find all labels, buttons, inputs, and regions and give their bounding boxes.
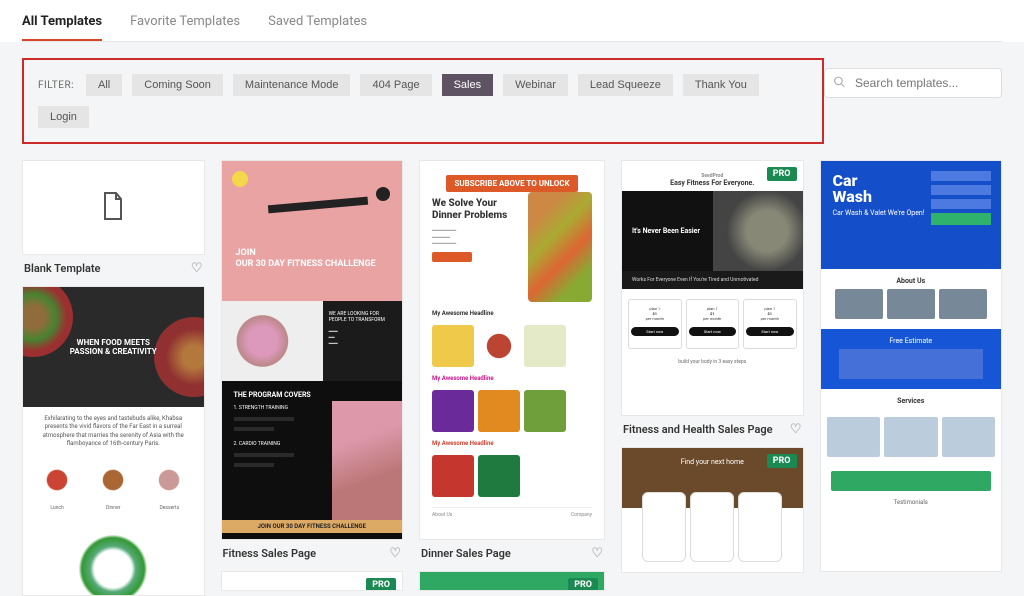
filter-thank-you[interactable]: Thank You [683,74,759,96]
tab-all[interactable]: All Templates [22,14,102,41]
filter-sales[interactable]: Sales [442,74,494,96]
tab-saved[interactable]: Saved Templates [268,14,367,41]
dinner-headline: We Solve Your Dinner Problems [432,198,522,222]
filter-lead-squeeze[interactable]: Lead Squeeze [578,74,673,96]
filter-404[interactable]: 404 Page [360,74,431,96]
filter-coming-soon[interactable]: Coming Soon [132,74,223,96]
template-fitness-health[interactable]: PRO SeedProdEasy Fitness For Everyone. I… [621,160,804,416]
template-restaurant[interactable]: PRO WHEN FOOD MEETS PASSION & CREATIVITY… [22,286,205,596]
favorite-icon[interactable]: ♡ [389,546,401,561]
signup-form [931,171,991,229]
document-icon [101,191,125,225]
favorite-icon[interactable]: ♡ [591,546,603,561]
filter-bar: FILTER: All Coming Soon Maintenance Mode… [22,58,824,144]
filter-label: FILTER: [38,80,74,91]
template-fitness[interactable]: JOINOUR 30 DAY FITNESS CHALLENGE WE ARE … [221,160,404,540]
template-home[interactable]: PRO Find your next home [621,447,804,573]
pro-badge: PRO [767,454,797,468]
favorite-icon[interactable]: ♡ [790,422,802,437]
template-gallery: Blank Template ♡ PRO WHEN FOOD MEETS PAS… [0,144,1024,596]
template-blank[interactable] [22,160,205,255]
template-health-label: Fitness and Health Sales Page [623,423,773,436]
pro-badge: PRO [767,167,797,181]
template-dinner[interactable]: SUBSCRIBE ABOVE TO UNLOCK We Solve Your … [419,160,605,540]
template-blank-label: Blank Template [24,262,100,275]
cta-button [432,252,472,262]
hero-line1: WHEN FOOD MEETS [77,338,150,347]
pro-badge: PRO [366,578,396,591]
tabs: All Templates Favorite Templates Saved T… [22,14,1002,42]
tab-favorite[interactable]: Favorite Templates [130,14,240,41]
template-partial[interactable]: PRO [221,571,404,591]
filter-all[interactable]: All [86,74,122,96]
pro-badge: PRO [568,578,598,591]
food-desc: Exhilarating to the eyes and tastebuds a… [23,407,204,457]
template-fitness-label: Fitness Sales Page [223,547,317,560]
pizza-image [528,192,592,302]
search-wrap [824,68,1002,98]
subscribe-badge: SUBSCRIBE ABOVE TO UNLOCK [446,175,577,192]
template-carwash[interactable]: PRO CarWash Car Wash & Valet We're Open!… [820,160,1003,572]
hero-line2: PASSION & CREATIVITY [70,347,157,356]
filter-webinar[interactable]: Webinar [503,74,568,96]
search-input[interactable] [824,68,1002,98]
template-dinner-label: Dinner Sales Page [421,547,511,560]
favorite-icon[interactable]: ♡ [191,261,203,276]
filter-maintenance[interactable]: Maintenance Mode [233,74,351,96]
filter-login[interactable]: Login [38,106,89,128]
template-partial[interactable]: PRO [419,571,605,591]
